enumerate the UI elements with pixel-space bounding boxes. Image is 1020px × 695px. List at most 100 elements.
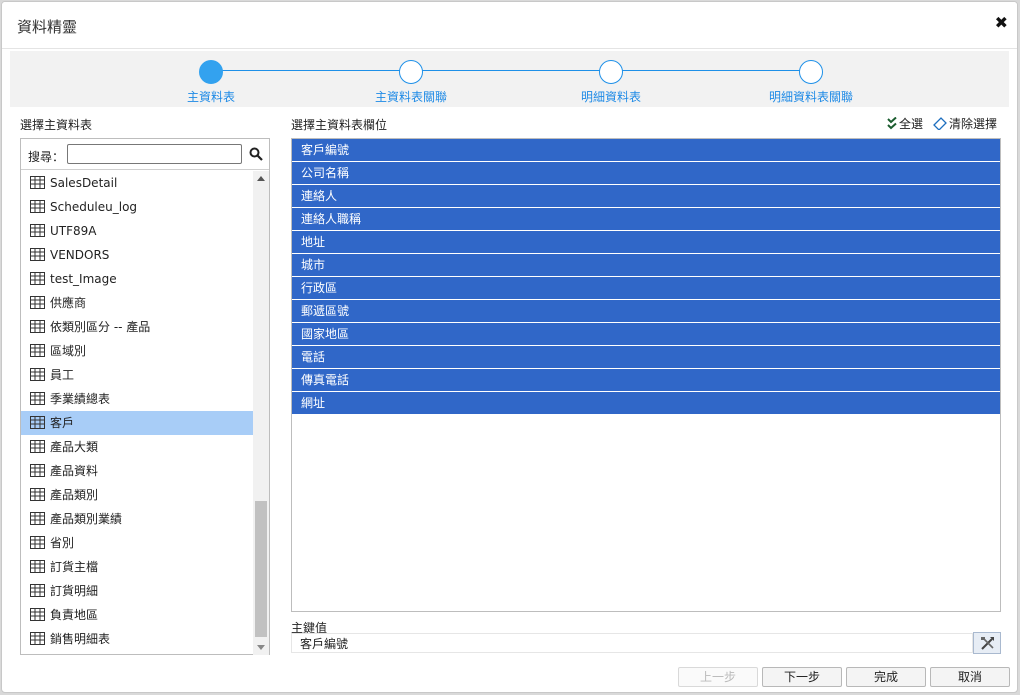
table-list-item[interactable]: 依類別區分 -- 產品 [21,315,253,339]
table-list-scrollbar[interactable] [253,171,269,655]
table-icon [30,440,45,453]
cancel-button[interactable]: 取消 [930,667,1010,687]
field-list-item[interactable]: 電話 [292,346,1000,368]
finish-button[interactable]: 完成 [846,667,926,687]
table-list-item-label: 客戶 [50,416,75,430]
table-list-item[interactable]: SalesDetail [21,171,253,195]
table-list-item[interactable]: 產品類別 [21,483,253,507]
wizard-step-4[interactable]: 明細資料表關聯 [721,51,901,107]
table-list-item[interactable]: 客戶 [21,411,253,435]
search-input[interactable] [67,144,242,164]
table-list-item[interactable]: 負責地區 [21,603,253,627]
table-icon [30,632,45,645]
field-list-item[interactable]: 傳真電話 [292,369,1000,391]
step-dot [399,60,423,84]
table-list-item-label: 產品大類 [50,440,99,454]
scroll-thumb[interactable] [255,501,267,637]
clear-selection-button[interactable]: 清除選擇 [933,115,997,132]
table-icon [30,272,45,285]
field-list-item[interactable]: 連絡人職稱 [292,208,1000,230]
field-list-item[interactable]: 郵遞區號 [292,300,1000,322]
wizard-step-3[interactable]: 明細資料表 [521,51,701,107]
select-all-label: 全選 [899,117,924,131]
table-list-item-label: Scheduleu_log [50,200,138,214]
table-list-item[interactable]: 供應商 [21,291,253,315]
table-icon [30,464,45,477]
table-list-item[interactable]: 訂貨主檔 [21,555,253,579]
table-icon [30,344,45,357]
step-label: 主資料表 [186,90,235,104]
double-check-icon [887,117,897,130]
step-label: 主資料表關聯 [374,90,447,104]
table-icon [30,248,45,261]
wizard-steps: 主資料表 主資料表關聯 明細資料表 明細資料表關聯 [10,51,1009,107]
table-list-item-label: 訂貨明細 [50,584,99,598]
table-list-item-label: 季業績總表 [50,392,111,406]
close-icon[interactable]: ✖ [995,15,1008,31]
wizard-step-2[interactable]: 主資料表關聯 [321,51,501,107]
table-list-item-label: 銷售明細表 [50,632,111,646]
table-list-item[interactable]: 季業績總表 [21,387,253,411]
table-icon [30,608,45,621]
field-list-item[interactable]: 地址 [292,231,1000,253]
table-list-item[interactable]: 員工 [21,363,253,387]
field-list-item[interactable]: 行政區 [292,277,1000,299]
table-list-item[interactable]: 銷售明細表 [21,627,253,651]
wizard-step-1[interactable]: 主資料表 [121,51,301,107]
table-list: SalesDetail Scheduleu_log UTF89A VENDORS tes… [21,171,253,655]
table-list-item[interactable]: test_Image [21,267,253,291]
table-list-item[interactable]: 省別 [21,531,253,555]
master-table-panel: 搜尋： SalesDetail Scheduleu_log UTF89A VENDOR… [20,138,270,655]
primary-key-tool-button[interactable] [973,632,1001,654]
table-list-item[interactable]: UTF89A [21,219,253,243]
dialog-titlebar: 資料精靈 ✖ [2,2,1017,49]
field-list-item[interactable]: 公司名稱 [292,162,1000,184]
table-icon [30,536,45,549]
table-icon [30,368,45,381]
table-list-item-label: 訂貨主檔 [50,560,99,574]
search-row: 搜尋： [21,139,269,170]
table-list-item[interactable]: Scheduleu_log [21,195,253,219]
table-list-item-label: 依類別區分 -- 產品 [50,320,151,334]
field-list: 客戶編號 公司名稱 連絡人 連絡人職稱 地址 城市 行政區 郵遞區號 國家地區 電話 傳真電話 網址 [291,138,1001,612]
table-icon [30,416,45,429]
table-list-item-label: 產品類別業績 [50,512,123,526]
scroll-down-icon[interactable] [253,639,269,655]
table-list-item-label: 產品類別 [50,488,99,502]
table-list-item-label: 省別 [50,536,75,550]
scroll-up-icon[interactable] [253,171,269,187]
table-list-item[interactable]: VENDORS [21,243,253,267]
table-icon [30,176,45,189]
table-list-item[interactable]: 區域別 [21,339,253,363]
search-label: 搜尋： [28,150,65,164]
field-list-item[interactable]: 網址 [292,392,1000,414]
table-list-item[interactable]: 產品類別業績 [21,507,253,531]
step-label: 明細資料表關聯 [768,90,853,104]
field-list-item[interactable]: 連絡人 [292,185,1000,207]
field-list-item[interactable]: 客戶編號 [292,139,1000,161]
primary-key-field[interactable]: 客戶編號 [291,633,973,653]
next-button[interactable]: 下一步 [762,667,842,687]
prev-button[interactable]: 上一步 [678,667,758,687]
table-list-item[interactable]: 產品大類 [21,435,253,459]
table-list-item-label: 負責地區 [50,608,99,622]
step-label: 明細資料表 [580,90,641,104]
clear-selection-label: 清除選擇 [949,117,998,131]
dialog-title: 資料精靈 [17,18,78,36]
step-dot [199,60,223,84]
select-all-button[interactable]: 全選 [887,115,923,132]
table-icon [30,296,45,309]
tools-icon [981,637,994,650]
search-icon[interactable] [249,147,263,161]
field-list-heading: 選擇主資料表欄位 [291,118,388,132]
field-list-item[interactable]: 城市 [292,254,1000,276]
field-list-item[interactable]: 國家地區 [292,323,1000,345]
table-list-item-label: 區域別 [50,344,87,358]
table-list-item[interactable]: 訂貨明細 [21,579,253,603]
table-icon [30,512,45,525]
table-list-item-label: 產品資料 [50,464,99,478]
table-list-item[interactable]: 產品資料 [21,459,253,483]
eraser-icon [933,117,947,130]
table-list-item-label: VENDORS [50,248,110,262]
master-table-heading: 選擇主資料表 [20,118,93,132]
